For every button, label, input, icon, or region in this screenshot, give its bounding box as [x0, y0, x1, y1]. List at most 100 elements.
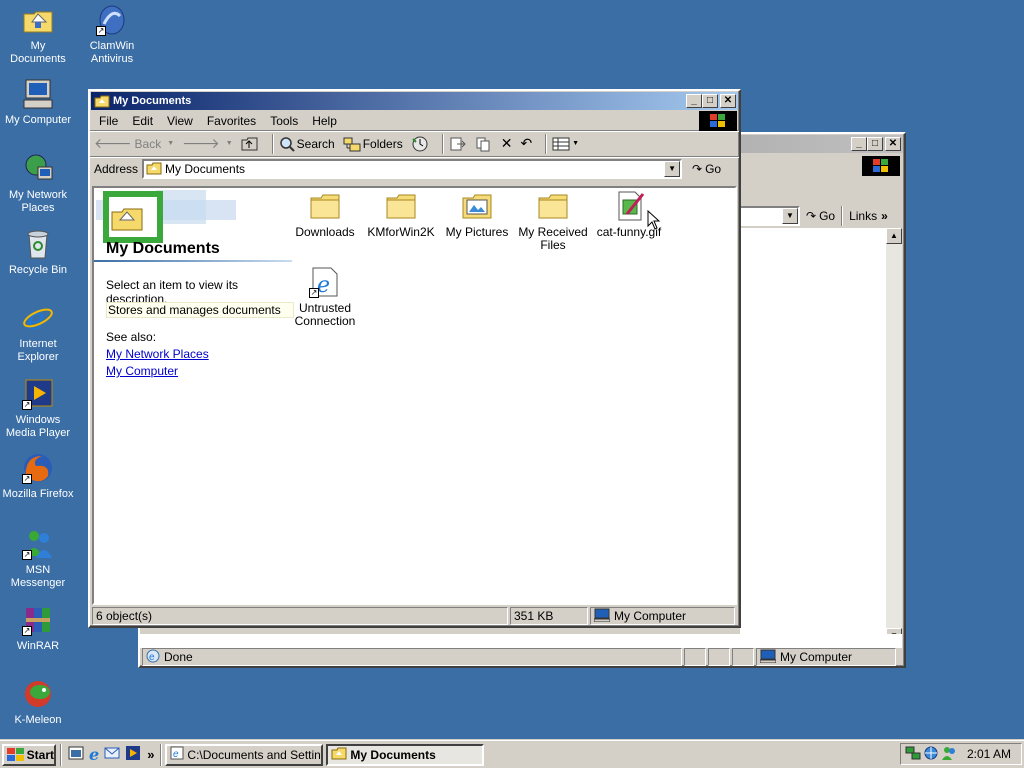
desktop-icon-clamwin[interactable]: ↗ ClamWin Antivirus	[74, 4, 150, 66]
dropdown-arrow-icon[interactable]: ▼	[664, 161, 681, 177]
vertical-scrollbar[interactable]: ▲ ▼	[886, 228, 902, 644]
webview-sidebar: My Documents Select an item to view its …	[94, 188, 294, 598]
kmeleon-icon	[22, 678, 54, 710]
see-also-label: See also:	[106, 330, 157, 344]
window-titlebar[interactable]: My Documents _ □ ✕	[91, 92, 738, 110]
task-label: C:\Documents and Setting...	[187, 747, 324, 762]
desktop-icon-media-player[interactable]: ↗ Windows Media Player	[0, 378, 76, 440]
forward-button[interactable]: 🡒 ▼	[182, 135, 232, 152]
sidebar-description: Stores and manages documents	[106, 302, 294, 318]
desktop-icon-network-places[interactable]: My Network Places	[0, 153, 76, 215]
close-button[interactable]: ✕	[720, 94, 736, 108]
undo-button[interactable]: ↶	[520, 135, 532, 152]
go-label: Go	[819, 209, 836, 223]
address-field[interactable]: My Documents ▼	[142, 159, 683, 179]
copy-to-button[interactable]	[475, 136, 493, 152]
quick-launch-overflow-icon[interactable]: »	[147, 747, 154, 762]
link-my-network-places[interactable]: My Network Places	[106, 347, 209, 361]
menu-tools[interactable]: Tools	[263, 114, 305, 128]
desktop-icon-recycle-bin[interactable]: Recycle Bin	[0, 228, 76, 277]
menu-view[interactable]: View	[160, 114, 200, 128]
dropdown-arrow-icon[interactable]: ▼	[572, 140, 579, 147]
chevron-icon[interactable]: »	[881, 209, 888, 223]
file-name: Untrusted Connection	[294, 301, 356, 328]
undo-icon: ↶	[520, 135, 533, 151]
taskbar-button-documents-and-settings[interactable]: e C:\Documents and Setting...	[165, 743, 324, 766]
desktop-icon-winrar[interactable]: ↗ WinRAR	[0, 604, 76, 653]
back-label: Back	[134, 136, 162, 151]
dropdown-arrow-icon[interactable]: ▼	[226, 140, 233, 147]
network-icon	[22, 153, 54, 185]
clamwin-icon: ↗	[96, 4, 128, 36]
desktop-icon-kmeleon[interactable]: K-Meleon	[0, 678, 76, 727]
winrar-icon: ↗	[22, 604, 54, 636]
outlook-express-icon[interactable]	[104, 745, 120, 764]
my-documents-window[interactable]: My Documents _ □ ✕ File Edit View Favori…	[88, 89, 741, 628]
back-button[interactable]: 🡐 Back ▼	[94, 135, 174, 152]
file-item-kmforwin2k[interactable]: KMforWin2K	[363, 190, 439, 239]
back-address-field[interactable]: ▼	[736, 206, 800, 226]
link-my-computer[interactable]: My Computer	[106, 364, 178, 378]
history-button[interactable]	[411, 136, 429, 152]
network-tray-icon[interactable]	[905, 745, 921, 764]
menu-favorites[interactable]: Favorites	[200, 114, 263, 128]
clock[interactable]: 2:01 AM	[967, 747, 1011, 761]
views-button[interactable]: ▼	[552, 137, 579, 151]
show-desktop-icon[interactable]	[68, 745, 84, 764]
delete-button[interactable]: ✕	[501, 135, 513, 152]
windows-logo-icon	[699, 111, 737, 131]
desktop-icon-msn[interactable]: ↗ MSN Messenger	[0, 528, 76, 590]
dropdown-arrow-icon[interactable]: ▼	[167, 140, 174, 147]
address-value: My Documents	[165, 162, 246, 176]
desktop-icon-firefox[interactable]: ↗ Mozilla Firefox	[0, 452, 76, 501]
ie-icon: e	[22, 302, 54, 337]
media-player-icon[interactable]	[125, 745, 141, 764]
taskbar-button-my-documents[interactable]: My Documents	[326, 743, 485, 766]
maximize-button[interactable]: □	[702, 94, 718, 108]
file-item-my-received-files[interactable]: My Received Files	[515, 190, 591, 252]
desktop-icon-label: MSN Messenger	[10, 564, 66, 589]
desktop-icon-label: Recycle Bin	[8, 264, 68, 276]
back-go-button[interactable]: ↷ Go	[806, 209, 835, 223]
ie-icon[interactable]: e	[89, 745, 99, 764]
standard-toolbar: 🡐 Back ▼ 🡒 ▼ Search Folders ✕ ↶ ▼	[90, 131, 739, 157]
msn-tray-icon[interactable]	[941, 745, 957, 764]
file-item-downloads[interactable]: Downloads	[287, 190, 363, 239]
globe-tray-icon[interactable]	[923, 745, 939, 764]
go-button[interactable]: ↷ Go	[692, 162, 721, 176]
desktop-icon-label: My Computer	[4, 114, 72, 126]
desktop-icon-my-computer[interactable]: My Computer	[0, 78, 76, 127]
ie-shortcut-icon: e ↗	[309, 266, 341, 298]
maximize-button[interactable]: □	[867, 137, 883, 151]
desktop-icon-my-documents[interactable]: My Documents	[0, 4, 76, 66]
menu-file[interactable]: File	[92, 114, 125, 128]
minimize-button[interactable]: _	[851, 137, 867, 151]
address-bar: Address My Documents ▼ ↷ Go	[90, 157, 739, 181]
folder-banner-graphic	[96, 190, 236, 243]
desktop-icon-label: Mozilla Firefox	[2, 488, 74, 500]
folders-button[interactable]: Folders	[343, 136, 403, 152]
size-label: 351 KB	[514, 609, 554, 623]
up-folder-button[interactable]	[241, 136, 259, 152]
links-label[interactable]: Links	[849, 209, 877, 223]
close-button[interactable]: ✕	[885, 137, 901, 151]
minimize-button[interactable]: _	[686, 94, 702, 108]
folder-content-area[interactable]: My Documents Select an item to view its …	[92, 186, 737, 605]
scroll-up-button[interactable]: ▲	[886, 228, 902, 244]
folder-pictures-icon	[461, 190, 493, 222]
svg-text:e: e	[27, 302, 45, 334]
desktop-icon-label: WinRAR	[16, 640, 60, 652]
file-item-untrusted-connection[interactable]: e ↗ Untrusted Connection	[287, 266, 363, 328]
dropdown-arrow-icon[interactable]: ▼	[782, 208, 798, 224]
file-item-my-pictures[interactable]: My Pictures	[439, 190, 515, 239]
forward-arrow-icon: 🡒	[182, 135, 220, 151]
search-button[interactable]: Search	[279, 136, 335, 152]
firefox-icon: ↗	[22, 452, 54, 484]
menu-edit[interactable]: Edit	[125, 114, 160, 128]
desktop-icon-internet-explorer[interactable]: e Internet Explorer	[0, 302, 76, 364]
menu-bar: File Edit View Favorites Tools Help	[90, 111, 739, 131]
move-to-button[interactable]	[449, 136, 467, 152]
menu-help[interactable]: Help	[305, 114, 344, 128]
start-button[interactable]: Start	[2, 743, 56, 766]
folder-icon	[309, 190, 341, 222]
